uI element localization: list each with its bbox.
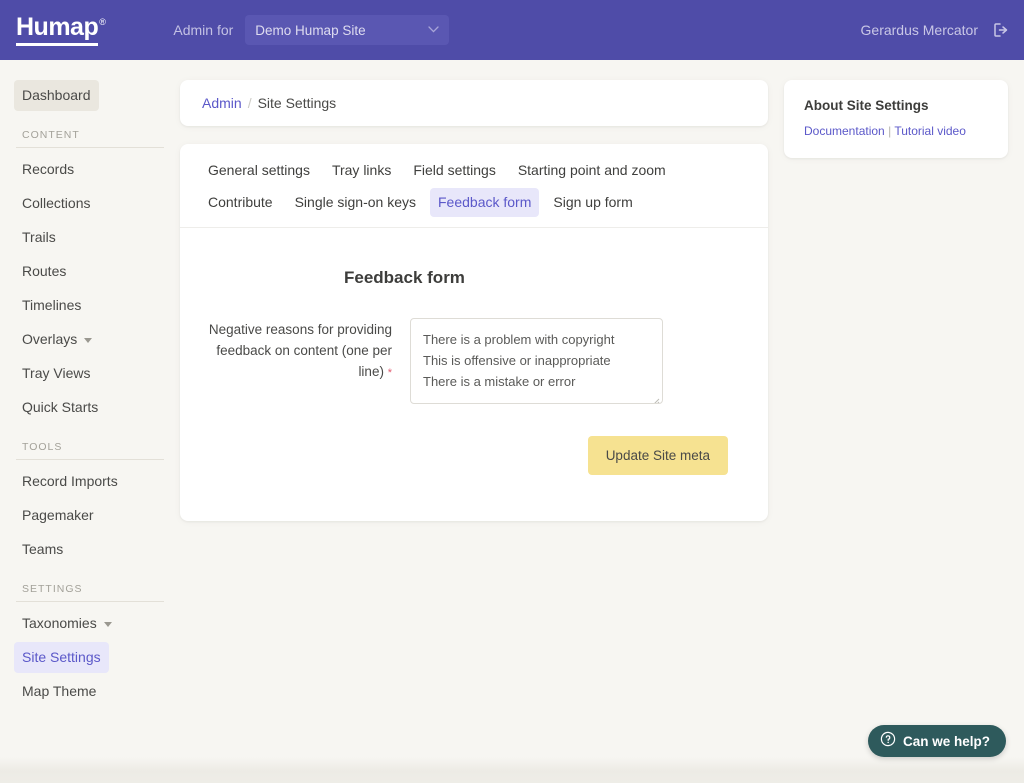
top-header: Humap® Admin for Demo Humap Site Gerardu…: [0, 0, 1024, 60]
sidebar-divider: [16, 459, 164, 460]
sidebar-item-quick-starts[interactable]: Quick Starts: [14, 392, 106, 423]
sidebar-group-list: Record Imports Pagemaker Teams: [0, 466, 180, 565]
header-right-cluster: Gerardus Mercator: [861, 21, 1010, 39]
chevron-down-icon[interactable]: [103, 622, 112, 627]
tab-sign-up-form[interactable]: Sign up form: [545, 188, 640, 218]
tab-starting-point-and-zoom[interactable]: Starting point and zoom: [510, 156, 674, 186]
settings-tabs: General settings Tray links Field settings…: [180, 144, 768, 229]
sidebar-group-list: Taxonomies Site Settings Map Theme: [0, 608, 180, 707]
sidebar-nav: Dashboard CONTENT Records Collections Trail…: [0, 60, 180, 783]
admin-for-label: Admin for: [173, 22, 234, 38]
sidebar-item-trails[interactable]: Trails: [14, 222, 64, 253]
settings-panel: General settings Tray links Field settings…: [180, 144, 768, 522]
sidebar-item-tray-views[interactable]: Tray Views: [14, 358, 98, 389]
sidebar-item-label: Site Settings: [22, 649, 101, 665]
chevron-down-icon: [428, 24, 439, 36]
sidebar-item-label: Timelines: [22, 297, 82, 313]
sidebar-item-label: Taxonomies: [22, 615, 97, 631]
sidebar-item-label: Collections: [22, 195, 91, 211]
sidebar-group-list: Records Collections Trails Routes Timelines O…: [0, 154, 180, 423]
sidebar-item-map-theme[interactable]: Map Theme: [14, 676, 104, 707]
sidebar-item-pagemaker[interactable]: Pagemaker: [14, 500, 102, 531]
humap-logo[interactable]: Humap®: [16, 13, 106, 48]
logout-icon[interactable]: [992, 21, 1010, 39]
tab-tray-links[interactable]: Tray links: [324, 156, 399, 186]
logo-wordmark: Humap: [16, 13, 99, 46]
sidebar-item-label: Records: [22, 161, 75, 177]
sidebar-item-label: Teams: [22, 541, 64, 557]
sidebar-group-label: SETTINGS: [22, 583, 83, 595]
sidebar-item-label: Dashboard: [22, 87, 91, 103]
question-circle-icon: [880, 731, 896, 752]
site-select-value: Demo Humap Site: [255, 22, 366, 38]
about-panel-title: About Site Settings: [804, 98, 929, 113]
tab-feedback-form[interactable]: Feedback form: [430, 187, 540, 218]
sidebar-divider: [16, 147, 164, 148]
sidebar-item-routes[interactable]: Routes: [14, 256, 74, 287]
chat-widget-label: Can we help?: [902, 733, 990, 749]
field-row-negative-reasons: Negative reasons for providing feedback …: [180, 318, 768, 405]
negative-reasons-textarea[interactable]: There is a problem with copyright This is…: [410, 318, 663, 405]
sidebar-group-label: CONTENT: [22, 129, 80, 141]
required-asterisk: *: [387, 367, 392, 380]
sidebar-item-label: Record Imports: [22, 473, 118, 489]
submit-row: Update Site meta: [180, 404, 768, 476]
sidebar-item-overlays[interactable]: Overlays: [14, 324, 100, 355]
sidebar-item-timelines[interactable]: Timelines: [14, 290, 89, 321]
update-site-meta-button[interactable]: Update Site meta: [587, 436, 728, 476]
chat-help-widget[interactable]: Can we help?: [867, 725, 1006, 757]
logo-registered-mark: ®: [99, 17, 106, 28]
field-label-negative-reasons: Negative reasons for providing feedback …: [200, 318, 392, 404]
sidebar-item-dashboard[interactable]: Dashboard: [14, 80, 99, 111]
sidebar-item-site-settings[interactable]: Site Settings: [14, 642, 109, 673]
resize-grip-icon[interactable]: [650, 391, 660, 404]
current-user-name: Gerardus Mercator: [860, 22, 978, 38]
sidebar-item-label: Trails: [22, 229, 56, 245]
tab-contribute[interactable]: Contribute: [200, 188, 281, 218]
sidebar-item-label: Tray Views: [22, 365, 91, 381]
link-separator: |: [888, 124, 892, 138]
sidebar-group-label: TOOLS: [22, 441, 63, 453]
tab-general-settings[interactable]: General settings: [200, 156, 318, 186]
breadcrumb-link-admin[interactable]: Admin: [202, 95, 242, 111]
primary-column: Admin / Site Settings General settings Tr…: [180, 80, 768, 522]
textarea-value: There is a problem with copyright This is…: [423, 332, 615, 390]
site-select[interactable]: Demo Humap Site: [245, 15, 450, 45]
tab-single-sign-on-keys[interactable]: Single sign-on keys: [287, 188, 424, 218]
breadcrumb: Admin / Site Settings: [180, 80, 768, 126]
sidebar-item-teams[interactable]: Teams: [14, 534, 71, 565]
sidebar-item-label: Quick Starts: [22, 399, 99, 415]
sidebar-item-label: Pagemaker: [22, 507, 94, 523]
sidebar-item-records[interactable]: Records: [14, 154, 82, 185]
sidebar-item-label: Map Theme: [22, 683, 97, 699]
field-label-text: Negative reasons for providing feedback …: [208, 322, 392, 380]
sidebar-item-label: Overlays: [22, 331, 78, 347]
sidebar-item-record-imports[interactable]: Record Imports: [14, 466, 126, 497]
sidebar-divider: [16, 601, 164, 602]
sidebar-item-label: Routes: [22, 263, 67, 279]
sidebar-item-taxonomies[interactable]: Taxonomies: [14, 608, 120, 639]
chevron-down-icon[interactable]: [84, 338, 93, 343]
breadcrumb-separator: /: [247, 95, 252, 111]
about-panel-links: Documentation | Tutorial video: [804, 124, 990, 138]
breadcrumb-current: Site Settings: [257, 95, 337, 111]
sidebar-item-collections[interactable]: Collections: [14, 188, 98, 219]
main-content: Admin / Site Settings General settings Tr…: [180, 60, 1024, 783]
feedback-form-body: Feedback form Negative reasons for provi…: [180, 228, 768, 521]
tutorial-video-link[interactable]: Tutorial video: [894, 124, 966, 138]
form-title: Feedback form: [344, 268, 465, 288]
tab-field-settings[interactable]: Field settings: [405, 156, 503, 186]
about-panel: About Site Settings Documentation | Tuto…: [784, 80, 1008, 158]
documentation-link[interactable]: Documentation: [804, 124, 885, 138]
